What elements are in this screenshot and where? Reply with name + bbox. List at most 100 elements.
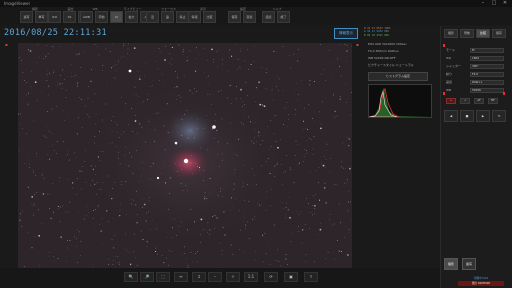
star xyxy=(27,103,29,105)
panel-small-button[interactable]: － xyxy=(446,98,456,104)
star xyxy=(78,234,80,236)
maximize-button[interactable]: □ xyxy=(489,0,499,7)
view-tool-button[interactable]: 1:1 xyxy=(244,272,258,282)
star xyxy=(222,188,224,190)
star xyxy=(125,234,126,236)
setting-field[interactable]: M xyxy=(470,48,504,53)
star xyxy=(340,222,342,224)
view-tool-button[interactable]: ↕ xyxy=(192,272,206,282)
star xyxy=(88,86,89,88)
toolbar-button[interactable]: 接続 xyxy=(262,11,275,23)
star xyxy=(133,47,136,49)
toolbar-button[interactable]: 遠 xyxy=(161,11,174,23)
star xyxy=(247,221,249,223)
star xyxy=(219,166,220,167)
panel-action-button[interactable]: ◀ xyxy=(444,110,458,122)
toolbar-button[interactable]: ISO xyxy=(48,11,61,23)
star xyxy=(49,193,51,195)
panel-tab[interactable]: 保存 xyxy=(492,29,506,38)
toolbar-button[interactable]: 終了 xyxy=(277,11,290,23)
view-tool-button[interactable]: ⟳ xyxy=(264,272,278,282)
star xyxy=(197,119,198,120)
info-display-button[interactable]: 情報表示 xyxy=(334,28,358,39)
histogram-settings-button[interactable]: ヒストグラム設定 xyxy=(368,72,428,81)
toolbar-button[interactable]: 近 xyxy=(146,11,159,23)
panel-small-button[interactable]: ＋ xyxy=(460,98,470,104)
image-viewport[interactable] xyxy=(18,43,352,268)
star xyxy=(256,87,258,89)
star xyxy=(243,123,245,125)
star xyxy=(261,104,263,106)
star xyxy=(221,250,223,252)
close-button[interactable]: ✕ xyxy=(500,0,510,7)
star xyxy=(223,211,225,212)
star xyxy=(321,163,322,165)
toolbar-button[interactable]: SS xyxy=(63,11,76,23)
toolbar-button[interactable]: LV xyxy=(110,11,123,23)
star xyxy=(252,168,253,169)
view-tool-button[interactable]: 🔎 xyxy=(140,272,154,282)
panel-tab[interactable]: 比較 xyxy=(476,29,490,38)
star xyxy=(152,85,154,86)
star xyxy=(195,58,197,60)
star xyxy=(71,72,72,74)
toolbar-button[interactable]: 単写 xyxy=(35,11,48,23)
toolbar-button[interactable]: 拡大 xyxy=(125,11,138,23)
star xyxy=(150,86,151,87)
star xyxy=(196,127,198,129)
star xyxy=(325,80,326,82)
setting-field[interactable]: RAW+L xyxy=(470,80,504,85)
view-tool-button[interactable]: 🔍 xyxy=(124,272,138,282)
toolbar-button[interactable]: 情報 xyxy=(188,11,201,23)
star xyxy=(102,150,104,152)
toolbar-button[interactable]: 環境 xyxy=(243,11,256,23)
star xyxy=(264,233,266,234)
view-tool-button[interactable]: ＋ xyxy=(226,272,240,282)
star xyxy=(287,208,289,210)
burst-button[interactable]: 連写 xyxy=(462,258,476,270)
setting-field[interactable]: 5200K xyxy=(470,88,504,93)
panel-tab[interactable]: 現像 xyxy=(460,29,474,38)
star xyxy=(159,79,160,81)
capture-button[interactable]: 撮影 xyxy=(444,258,458,270)
minimize-button[interactable]: – xyxy=(478,0,488,7)
setting-field[interactable]: F4.0 xyxy=(470,72,504,77)
view-tool-button[interactable]: ▣ xyxy=(284,272,298,282)
star xyxy=(213,191,215,193)
star xyxy=(146,240,149,243)
star xyxy=(350,114,351,116)
setting-field[interactable]: 300" xyxy=(470,64,504,69)
panel-small-button[interactable]: MF xyxy=(488,98,498,104)
toolbar-button[interactable]: 比較 xyxy=(203,11,216,23)
view-tool-button[interactable]: ⇪ xyxy=(304,272,318,282)
toolbar-button[interactable]: AWB xyxy=(80,11,93,23)
panel-tab[interactable]: 撮影 xyxy=(444,29,458,38)
toolbar-button[interactable]: 手動 xyxy=(95,11,108,23)
star xyxy=(312,205,314,206)
toolbar-button[interactable]: 連写 xyxy=(20,11,33,23)
star xyxy=(289,168,291,170)
star xyxy=(176,170,178,172)
panel-action-button[interactable]: ■ xyxy=(460,110,474,122)
star xyxy=(196,47,197,49)
view-tool-button[interactable]: ⬚ xyxy=(156,272,170,282)
panel-action-button[interactable]: ▶ xyxy=(476,110,490,122)
star xyxy=(26,82,28,83)
view-tool-button[interactable]: ↔ xyxy=(174,272,188,282)
star xyxy=(53,211,55,213)
star xyxy=(285,254,287,255)
star xyxy=(334,116,336,118)
star xyxy=(97,156,99,158)
view-tool-button[interactable]: – xyxy=(208,272,222,282)
star xyxy=(171,58,173,59)
star xyxy=(189,139,191,141)
panel-action-button[interactable]: ⟲ xyxy=(492,110,506,122)
star xyxy=(109,143,111,145)
star xyxy=(348,232,350,233)
star xyxy=(115,63,117,65)
panel-small-button[interactable]: AF xyxy=(474,98,484,104)
star xyxy=(331,224,333,226)
toolbar-button[interactable]: 保存 xyxy=(228,11,241,23)
star xyxy=(330,157,331,159)
setting-field[interactable]: 1600 xyxy=(470,56,504,61)
